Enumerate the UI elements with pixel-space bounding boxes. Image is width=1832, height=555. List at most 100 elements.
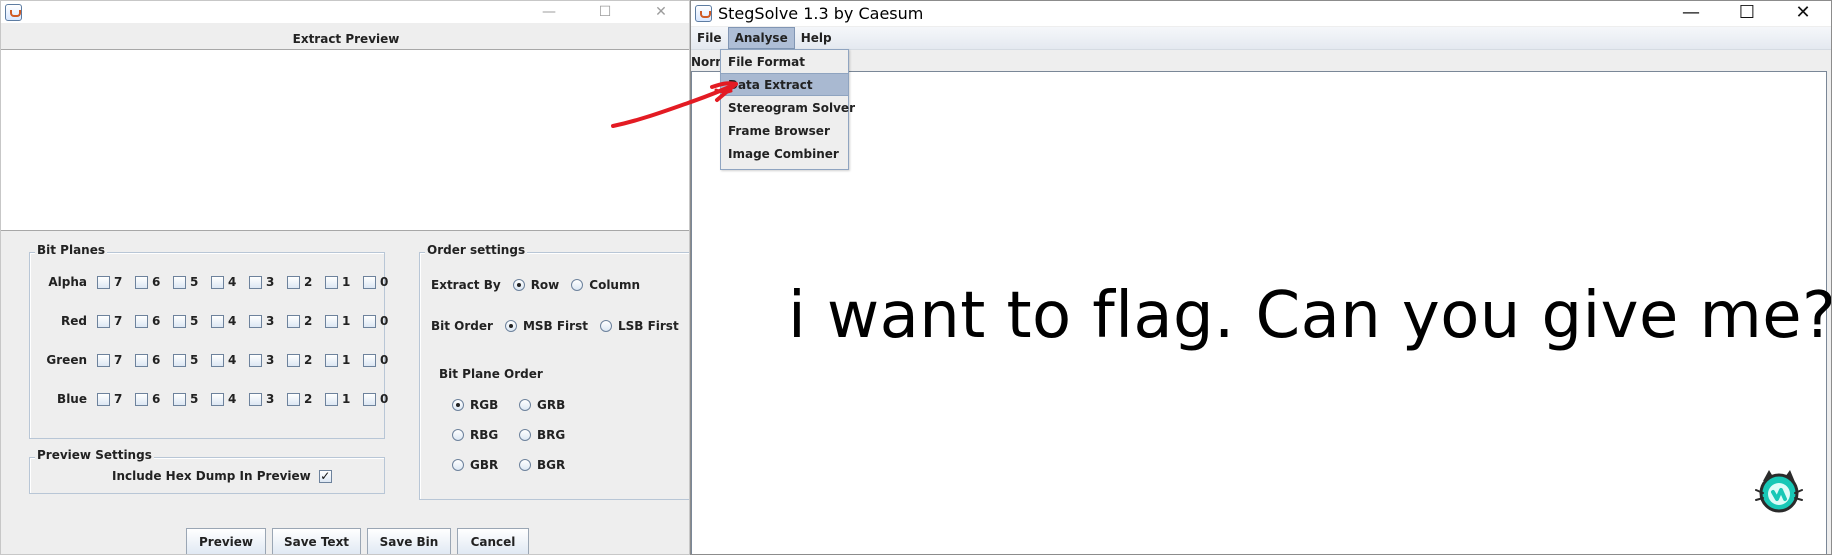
green-bit-1-checkbox[interactable] (325, 353, 338, 367)
red-bit-1[interactable]: 1 (325, 314, 363, 328)
green-bit-4-checkbox[interactable] (211, 353, 224, 367)
blue-bit-3-checkbox[interactable] (249, 392, 262, 406)
alpha-bit-0-checkbox[interactable] (363, 275, 376, 289)
gbr-option[interactable]: GBR (452, 458, 498, 472)
blue-bit-0[interactable]: 0 (363, 392, 401, 406)
file-menu[interactable]: File (691, 27, 728, 49)
green-bit-1[interactable]: 1 (325, 353, 363, 367)
brg-option[interactable]: BRG (519, 428, 565, 442)
grb-option[interactable]: GRB (519, 398, 565, 412)
red-bit-4-checkbox[interactable] (211, 314, 224, 328)
msb-first-radio[interactable] (504, 320, 517, 332)
red-bit-5-checkbox[interactable] (173, 314, 186, 328)
alpha-bit-3[interactable]: 3 (249, 275, 287, 289)
blue-bit-4[interactable]: 4 (211, 392, 249, 406)
extract-by-column-option[interactable]: Column (571, 278, 640, 292)
alpha-bit-2[interactable]: 2 (287, 275, 325, 289)
red-bit-6-checkbox[interactable] (135, 314, 148, 328)
red-bit-4[interactable]: 4 (211, 314, 249, 328)
rgb-radio[interactable] (452, 399, 464, 411)
extract-by-row-option[interactable]: Row (512, 278, 559, 292)
alpha-bit-1[interactable]: 1 (325, 275, 363, 289)
red-bit-0-checkbox[interactable] (363, 314, 376, 328)
rbg-option[interactable]: RBG (452, 428, 498, 442)
green-bit-5[interactable]: 5 (173, 353, 211, 367)
help-menu[interactable]: Help (795, 27, 838, 49)
preview-button[interactable]: Preview (186, 528, 266, 554)
red-bit-6[interactable]: 6 (135, 314, 173, 328)
red-bit-1-checkbox[interactable] (325, 314, 338, 328)
lsb-first-option[interactable]: LSB First (599, 319, 679, 333)
column-radio[interactable] (571, 279, 584, 291)
alpha-bit-4[interactable]: 4 (211, 275, 249, 289)
red-bit-0[interactable]: 0 (363, 314, 401, 328)
frame-browser-menu-item[interactable]: Frame Browser (721, 119, 848, 142)
gbr-radio[interactable] (452, 459, 464, 471)
green-bit-0-checkbox[interactable] (363, 353, 376, 367)
green-bit-0[interactable]: 0 (363, 353, 401, 367)
blue-bit-6[interactable]: 6 (135, 392, 173, 406)
blue-bit-3[interactable]: 3 (249, 392, 287, 406)
green-bit-6-checkbox[interactable] (135, 353, 148, 367)
msb-first-option[interactable]: MSB First (504, 319, 588, 333)
cancel-button[interactable]: Cancel (457, 528, 529, 554)
alpha-bit-6[interactable]: 6 (135, 275, 173, 289)
save-bin-button[interactable]: Save Bin (367, 528, 451, 554)
maximize-button[interactable]: ☐ (1719, 1, 1775, 25)
green-bit-7[interactable]: 7 (97, 353, 135, 367)
green-bit-7-checkbox[interactable] (97, 353, 110, 367)
alpha-bit-0[interactable]: 0 (363, 275, 401, 289)
red-bit-7-checkbox[interactable] (97, 314, 110, 328)
minimize-button[interactable]: — (521, 1, 577, 25)
alpha-bit-3-checkbox[interactable] (249, 275, 262, 289)
green-bit-2-checkbox[interactable] (287, 353, 300, 367)
green-bit-3[interactable]: 3 (249, 353, 287, 367)
green-bit-6[interactable]: 6 (135, 353, 173, 367)
red-bit-2-checkbox[interactable] (287, 314, 300, 328)
row-radio[interactable] (512, 279, 525, 291)
minimize-button[interactable]: — (1663, 1, 1719, 25)
green-bit-2[interactable]: 2 (287, 353, 325, 367)
red-bit-3-checkbox[interactable] (249, 314, 262, 328)
alpha-bit-2-checkbox[interactable] (287, 275, 300, 289)
alpha-bit-7[interactable]: 7 (97, 275, 135, 289)
alpha-bit-7-checkbox[interactable] (97, 275, 110, 289)
bgr-radio[interactable] (519, 459, 531, 471)
alpha-bit-4-checkbox[interactable] (211, 275, 224, 289)
save-text-button[interactable]: Save Text (272, 528, 361, 554)
blue-bit-7[interactable]: 7 (97, 392, 135, 406)
blue-bit-1-checkbox[interactable] (325, 392, 338, 406)
cat-assistant-icon[interactable] (1755, 468, 1803, 514)
blue-bit-5[interactable]: 5 (173, 392, 211, 406)
green-bit-3-checkbox[interactable] (249, 353, 262, 367)
alpha-bit-6-checkbox[interactable] (135, 275, 148, 289)
blue-bit-6-checkbox[interactable] (135, 392, 148, 406)
blue-bit-2[interactable]: 2 (287, 392, 325, 406)
close-button[interactable]: ✕ (1775, 1, 1831, 25)
alpha-bit-1-checkbox[interactable] (325, 275, 338, 289)
data-extract-menu-item[interactable]: Data Extract (721, 73, 848, 96)
red-bit-3[interactable]: 3 (249, 314, 287, 328)
blue-bit-4-checkbox[interactable] (211, 392, 224, 406)
bgr-option[interactable]: BGR (519, 458, 565, 472)
file-format-menu-item[interactable]: File Format (721, 50, 848, 73)
stereogram-solver-menu-item[interactable]: Stereogram Solver (721, 96, 855, 119)
red-bit-7[interactable]: 7 (97, 314, 135, 328)
blue-bit-5-checkbox[interactable] (173, 392, 186, 406)
brg-radio[interactable] (519, 429, 531, 441)
rgb-option[interactable]: RGB (452, 398, 498, 412)
grb-radio[interactable] (519, 399, 531, 411)
red-bit-5[interactable]: 5 (173, 314, 211, 328)
blue-bit-1[interactable]: 1 (325, 392, 363, 406)
blue-bit-2-checkbox[interactable] (287, 392, 300, 406)
include-hex-dump-checkbox[interactable]: ✓ (318, 469, 332, 483)
blue-bit-7-checkbox[interactable] (97, 392, 110, 406)
alpha-bit-5[interactable]: 5 (173, 275, 211, 289)
analyse-menu[interactable]: Analyse (727, 27, 795, 49)
green-bit-4[interactable]: 4 (211, 353, 249, 367)
include-hex-dump-option[interactable]: Include Hex Dump In Preview ✓ (112, 469, 332, 483)
image-combiner-menu-item[interactable]: Image Combiner (721, 142, 848, 165)
blue-bit-0-checkbox[interactable] (363, 392, 376, 406)
maximize-button[interactable]: ☐ (577, 1, 633, 25)
close-button[interactable]: ✕ (633, 1, 689, 25)
